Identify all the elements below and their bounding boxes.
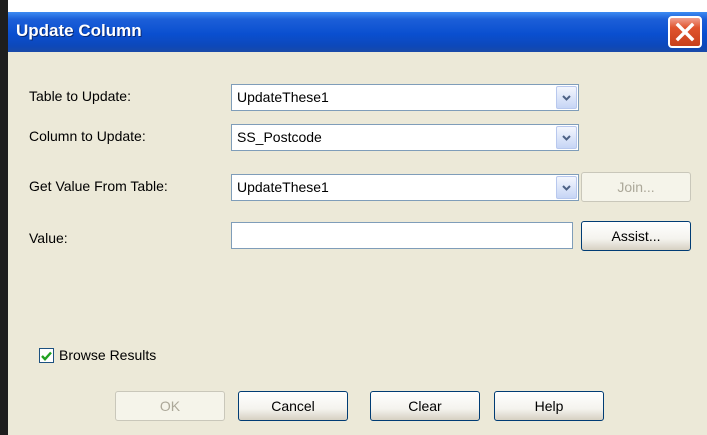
update-column-dialog: Update Column Table to Update: UpdateThe… <box>8 12 707 435</box>
table-to-update-value: UpdateThese1 <box>237 89 329 105</box>
join-button[interactable]: Join... <box>581 172 691 202</box>
chevron-down-icon <box>562 184 571 191</box>
browse-results-label[interactable]: Browse Results <box>59 347 156 363</box>
table-to-update-select[interactable]: UpdateThese1 <box>231 84 579 111</box>
column-to-update-dropdown-button[interactable] <box>556 126 577 149</box>
dialog-title: Update Column <box>16 21 142 40</box>
column-to-update-label: Column to Update: <box>29 128 146 144</box>
browse-results-checkbox[interactable] <box>39 348 54 363</box>
cancel-button[interactable]: Cancel <box>238 391 348 421</box>
table-to-update-dropdown-button[interactable] <box>556 86 577 109</box>
chevron-down-icon <box>562 94 571 101</box>
value-input[interactable] <box>231 222 573 249</box>
close-icon <box>675 22 695 42</box>
column-to-update-value: SS_Postcode <box>237 129 322 145</box>
close-button[interactable] <box>668 16 702 48</box>
chevron-down-icon <box>562 134 571 141</box>
column-to-update-select[interactable]: SS_Postcode <box>231 124 579 151</box>
table-to-update-label: Table to Update: <box>29 88 131 104</box>
window-frame-edge <box>0 0 8 435</box>
get-value-from-table-label: Get Value From Table: <box>29 178 168 194</box>
get-value-from-table-select[interactable]: UpdateThese1 <box>231 174 579 201</box>
title-bar[interactable]: Update Column <box>8 12 707 52</box>
clear-button[interactable]: Clear <box>370 391 480 421</box>
get-value-from-table-dropdown-button[interactable] <box>556 176 577 199</box>
ok-button[interactable]: OK <box>115 391 225 421</box>
assist-button[interactable]: Assist... <box>581 221 691 251</box>
value-label: Value: <box>29 230 68 246</box>
help-button[interactable]: Help <box>494 391 604 421</box>
get-value-from-table-value: UpdateThese1 <box>237 179 329 195</box>
checkmark-icon <box>41 351 52 361</box>
